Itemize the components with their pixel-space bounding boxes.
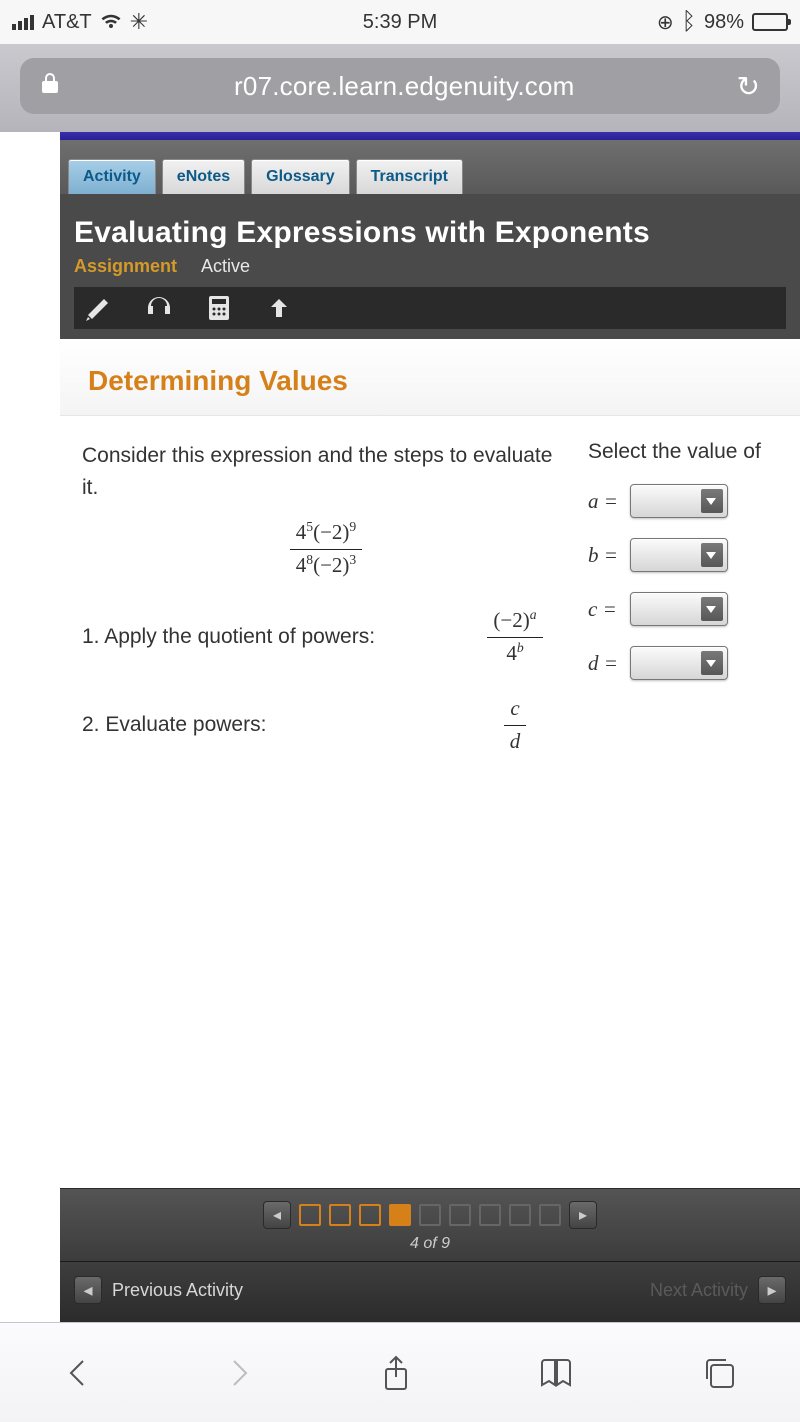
page-7[interactable] — [479, 1204, 501, 1226]
page-count: 4 of 9 — [60, 1235, 800, 1253]
progress-strip — [60, 132, 800, 140]
page-navigator: ◂ ▸ 4 of 9 — [60, 1188, 800, 1261]
lesson-title: Evaluating Expressions with Exponents — [74, 216, 786, 250]
pager-next[interactable]: ▸ — [569, 1201, 597, 1229]
collapse-icon[interactable] — [264, 293, 294, 323]
select-prompt: Select the value of — [588, 440, 778, 464]
page-9[interactable] — [539, 1204, 561, 1226]
page-4[interactable] — [389, 1204, 411, 1226]
battery-percent: 98% — [704, 11, 744, 34]
step2-label: 2. Evaluate powers: — [82, 709, 460, 741]
carrier-label: AT&T — [42, 11, 92, 34]
status-bar: AT&T ✳︎ 5:39 PM ⊕ ᛒ 98% — [0, 0, 800, 44]
wifi-icon — [100, 13, 122, 31]
step1-label: 1. Apply the quotient of powers: — [82, 621, 460, 653]
browser-chrome: r07.core.learn.edgenuity.com ↻ — [0, 44, 800, 132]
forward-icon — [220, 1355, 256, 1391]
step1-expression: (−2)a 4b — [460, 605, 570, 669]
tab-transcript[interactable]: Transcript — [356, 159, 463, 194]
card-title: Determining Values — [88, 365, 772, 397]
signal-icon — [12, 15, 34, 30]
dropdown-b[interactable] — [630, 538, 728, 572]
reload-icon[interactable]: ↻ — [737, 70, 760, 103]
tab-activity[interactable]: Activity — [68, 159, 156, 194]
bluetooth-icon: ᛒ — [682, 8, 696, 36]
tabs-icon[interactable] — [699, 1355, 739, 1391]
var-a-label: a = — [588, 489, 630, 514]
step2-expression: cd — [460, 693, 570, 757]
page-8[interactable] — [509, 1204, 531, 1226]
main-expression: 45(−2)9 48(−2)3 — [82, 517, 570, 581]
page-1[interactable] — [299, 1204, 321, 1226]
chevron-left-icon: ◂ — [74, 1276, 102, 1304]
dropdown-c[interactable] — [630, 592, 728, 626]
tab-enotes[interactable]: eNotes — [162, 159, 245, 194]
page-5[interactable] — [419, 1204, 441, 1226]
page-6[interactable] — [449, 1204, 471, 1226]
assignment-status: Active — [201, 256, 250, 276]
dropdown-d[interactable] — [630, 646, 728, 680]
next-activity-label: Next Activity — [650, 1280, 748, 1301]
page-3[interactable] — [359, 1204, 381, 1226]
var-b-label: b = — [588, 543, 630, 568]
bookmarks-icon[interactable] — [536, 1355, 576, 1391]
page-2[interactable] — [329, 1204, 351, 1226]
safari-toolbar — [0, 1322, 800, 1422]
assignment-label: Assignment — [74, 256, 177, 276]
rotation-lock-icon: ⊕ — [657, 10, 674, 35]
calculator-icon[interactable] — [204, 293, 234, 323]
next-activity-button: Next Activity ▸ — [650, 1276, 786, 1304]
battery-icon — [752, 13, 788, 31]
back-icon[interactable] — [61, 1355, 97, 1391]
pager-prev[interactable]: ◂ — [263, 1201, 291, 1229]
var-c-label: c = — [588, 597, 630, 622]
clock: 5:39 PM — [271, 11, 530, 34]
prompt-text: Consider this expression and the steps t… — [82, 440, 570, 503]
tool-row — [74, 287, 786, 329]
previous-activity-label: Previous Activity — [112, 1280, 243, 1301]
url-text: r07.core.learn.edgenuity.com — [72, 71, 737, 102]
highlighter-icon[interactable] — [84, 293, 114, 323]
dropdown-a[interactable] — [630, 484, 728, 518]
left-gutter — [0, 132, 60, 1322]
chevron-right-icon: ▸ — [758, 1276, 786, 1304]
share-icon[interactable] — [378, 1353, 414, 1393]
var-d-label: d = — [588, 651, 630, 676]
headphones-icon[interactable] — [144, 293, 174, 323]
lesson-tabs: Activity eNotes Glossary Transcript — [60, 140, 800, 194]
loading-icon: ✳︎ — [130, 9, 148, 35]
lock-icon — [40, 71, 60, 102]
previous-activity-button[interactable]: ◂ Previous Activity — [74, 1276, 243, 1304]
url-bar[interactable]: r07.core.learn.edgenuity.com ↻ — [20, 58, 780, 114]
tab-glossary[interactable]: Glossary — [251, 159, 349, 194]
